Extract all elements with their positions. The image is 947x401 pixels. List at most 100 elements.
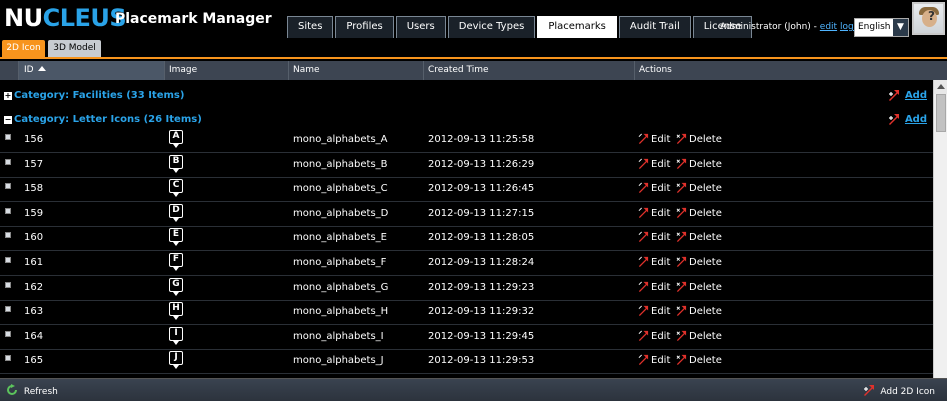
row-marker-icon (5, 355, 11, 362)
edit-button[interactable]: Edit (638, 207, 670, 219)
refresh-icon (7, 384, 17, 395)
letter-pin-icon: B (169, 154, 183, 173)
add-placemark-icon[interactable] (888, 113, 900, 128)
row-marker-icon (5, 306, 11, 313)
edit-label: Edit (651, 257, 671, 268)
tab-device-types[interactable]: Device Types (447, 16, 536, 38)
edit-button[interactable]: Edit (638, 231, 670, 243)
delete-icon (676, 183, 687, 194)
row-marker-icon (5, 207, 11, 214)
delete-button[interactable]: Delete (676, 231, 722, 243)
column-header-name-label: Name (293, 65, 320, 75)
edit-icon (638, 281, 649, 292)
delete-icon (676, 256, 687, 267)
delete-button[interactable]: Delete (676, 133, 722, 145)
expand-icon[interactable]: + (4, 92, 12, 100)
category-label[interactable]: Category: Letter Icons (26 Items) (14, 114, 202, 125)
row-name: mono_alphabets_H (293, 306, 389, 318)
letter-pin-icon: F (169, 253, 183, 271)
table-row[interactable]: 160 Emono_alphabets_E 2012-09-13 11:28:05 E… (0, 226, 933, 252)
add-2d-icon-button[interactable]: Add 2D Icon (863, 384, 935, 397)
add-link[interactable]: Add (905, 90, 927, 101)
language-selected-value: English (858, 22, 891, 32)
delete-button[interactable]: Delete (676, 330, 722, 342)
tab-profiles[interactable]: Profiles (335, 16, 394, 38)
table-row[interactable]: 158 Cmono_alphabets_C 2012-09-13 11:26:45 E… (0, 177, 933, 203)
row-id: 163 (24, 306, 44, 318)
edit-button[interactable]: Edit (638, 133, 670, 145)
tab-placemarks[interactable]: Placemarks (537, 16, 617, 38)
table-row[interactable]: 156 Amono_alphabets_A 2012-09-13 11:25:58 E… (0, 128, 933, 153)
delete-button[interactable]: Delete (676, 281, 722, 293)
scroll-up-icon[interactable] (934, 80, 947, 94)
table-row[interactable]: 163 Hmono_alphabets_H 2012-09-13 11:29:32 E… (0, 300, 933, 326)
table-row[interactable]: 157 Bmono_alphabets_B 2012-09-13 11:26:29 E… (0, 153, 933, 178)
delete-button[interactable]: Delete (676, 256, 722, 268)
edit-icon (638, 133, 649, 144)
row-marker-icon (5, 134, 11, 140)
column-header-created-time[interactable]: Created Time (423, 61, 634, 80)
column-header-created-label: Created Time (428, 65, 489, 75)
collapse-icon[interactable]: − (4, 116, 12, 124)
refresh-button[interactable]: Refresh (6, 384, 58, 397)
edit-label: Edit (651, 183, 671, 195)
table-row[interactable]: 165 Jmono_alphabets_J 2012-09-13 11:29:53 E… (0, 349, 933, 375)
row-marker-icon (5, 281, 11, 288)
row-marker-icon (5, 232, 11, 239)
edit-profile-link[interactable]: edit (820, 22, 837, 32)
language-select[interactable]: English ▼ (854, 18, 909, 37)
delete-button[interactable]: Delete (676, 207, 722, 219)
tab-sites[interactable]: Sites (287, 16, 334, 38)
table-row[interactable]: 161 Fmono_alphabets_F 2012-09-13 11:28:24 E… (0, 251, 933, 276)
row-id: 164 (24, 330, 44, 342)
edit-button[interactable]: Edit (638, 256, 670, 268)
avatar[interactable]: ? (912, 2, 945, 35)
edit-button[interactable]: Edit (638, 281, 670, 293)
delete-button[interactable]: Delete (676, 182, 722, 194)
tab-3d-model[interactable]: 3D Model (48, 40, 101, 57)
category-label[interactable]: Category: Facilities (33 Items) (14, 90, 184, 101)
delete-label: Delete (689, 306, 722, 318)
edit-button[interactable]: Edit (638, 354, 670, 366)
edit-label: Edit (651, 306, 671, 318)
edit-icon (638, 231, 649, 243)
edit-icon (638, 330, 649, 341)
tab-users[interactable]: Users (395, 16, 446, 38)
chevron-down-icon[interactable]: ▼ (893, 19, 908, 36)
letter-pin-icon: D (169, 203, 183, 222)
letter-pin-icon: H (169, 302, 183, 321)
question-mark-icon: ? (928, 9, 935, 23)
delete-button[interactable]: Delete (676, 354, 722, 366)
grid-scrollbar[interactable] (933, 80, 947, 378)
column-header-name[interactable]: Name (288, 61, 423, 80)
add-link[interactable]: Add (905, 114, 927, 125)
tab-2d-icon[interactable]: 2D Icon (2, 40, 45, 57)
delete-button[interactable]: Delete (676, 158, 722, 170)
edit-button[interactable]: Edit (638, 182, 670, 194)
category-row-facilities[interactable]: + Category: Facilities (33 Items) Add (0, 85, 933, 109)
row-created-time: 2012-09-13 11:29:45 (428, 330, 535, 342)
edit-label: Edit (651, 134, 671, 145)
row-marker-icon (5, 330, 11, 337)
row-id: 159 (24, 207, 44, 219)
table-row[interactable]: 162 Gmono_alphabets_G 2012-09-13 11:29:23 E… (0, 276, 933, 301)
placemark-type-tabs: 2D Icon 3D Model (0, 38, 947, 59)
edit-button[interactable]: Edit (638, 330, 670, 342)
tab-audit-trail[interactable]: Audit Trail (618, 16, 691, 38)
row-created-time: 2012-09-13 11:28:05 (428, 232, 535, 244)
table-row[interactable]: 164 Imono_alphabets_I 2012-09-13 11:29:45 E… (0, 325, 933, 350)
edit-button[interactable]: Edit (638, 158, 670, 170)
delete-icon (676, 158, 687, 169)
row-id: 156 (24, 134, 44, 145)
edit-button[interactable]: Edit (638, 305, 670, 317)
scroll-thumb[interactable] (936, 94, 946, 132)
row-created-time: 2012-09-13 11:29:23 (428, 281, 535, 293)
column-header-id[interactable]: ID (18, 61, 164, 80)
nucleus-logo[interactable]: NUCLEUS (4, 4, 127, 32)
delete-button[interactable]: Delete (676, 305, 722, 317)
row-name: mono_alphabets_I (293, 330, 384, 342)
column-header-image[interactable]: Image (164, 61, 288, 80)
table-row[interactable]: 159 Dmono_alphabets_D 2012-09-13 11:27:15 E… (0, 202, 933, 227)
letter-pin-icon: I (169, 326, 183, 345)
add-placemark-icon[interactable] (888, 89, 900, 104)
